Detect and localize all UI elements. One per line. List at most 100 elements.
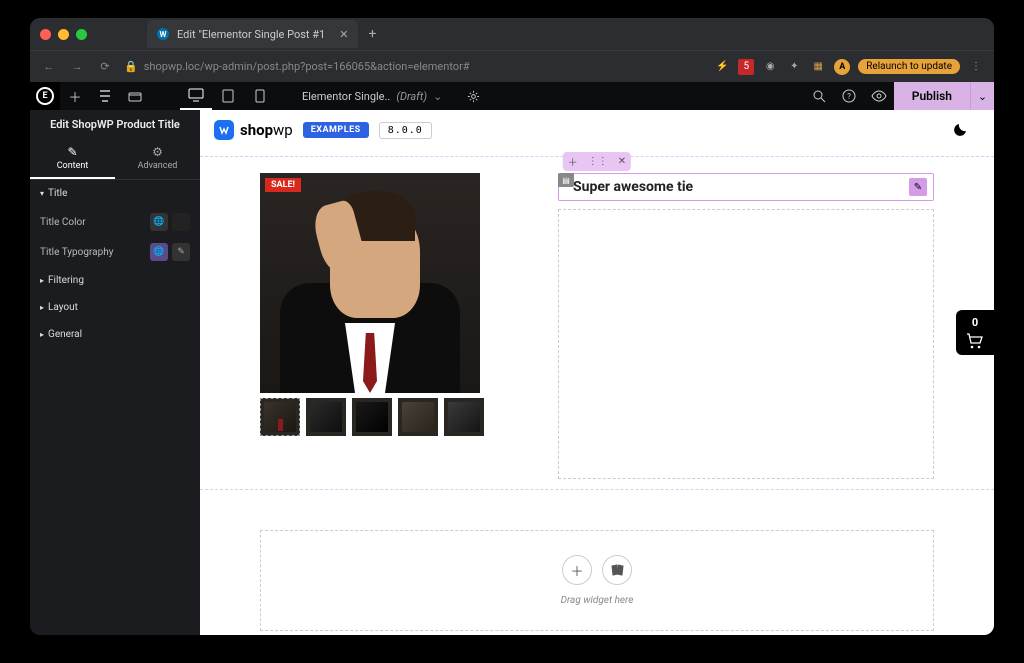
browser-titlebar: W Edit "Elementor Single Post #1 ✕ + — [30, 18, 994, 50]
examples-badge: EXAMPLES — [303, 122, 369, 138]
version-badge: 8.0.0 — [379, 122, 432, 139]
add-section-button[interactable]: ＋ — [562, 555, 592, 585]
browser-address-bar: ← → ⟳ 🔒shopwp.loc/wp-admin/post.php?post… — [30, 50, 994, 82]
brand-text-a: shop — [240, 121, 273, 139]
tab-content-label: Content — [57, 161, 89, 171]
brand-text-b: wp — [273, 121, 293, 139]
url-field[interactable]: 🔒shopwp.loc/wp-admin/post.php?post=16606… — [124, 60, 704, 73]
add-element-button[interactable]: ＋ — [60, 82, 90, 110]
global-color-button[interactable]: 🌐 — [150, 213, 168, 231]
tab-content[interactable]: ✎ Content — [30, 139, 115, 179]
back-button[interactable]: ← — [40, 58, 58, 76]
extension-icon-1[interactable]: ⚡ — [714, 59, 730, 75]
field-title-color-label: Title Color — [40, 217, 86, 228]
product-photo-placeholder — [260, 173, 480, 393]
add-template-button[interactable] — [602, 555, 632, 585]
dropzone-hint: Drag widget here — [285, 595, 909, 606]
extension-icon-3[interactable]: ▦ — [810, 59, 826, 75]
svg-text:?: ? — [847, 92, 851, 101]
extension-icons: ⚡ 5 ◉ ✦ ▦ A Relaunch to update ⋮ — [714, 59, 984, 75]
column-2[interactable]: ▤ Super awesome tie ✎ — [558, 173, 934, 479]
publish-button[interactable]: Publish — [894, 82, 970, 110]
document-title[interactable]: Elementor Single.. (Draft) ⌄ — [302, 82, 488, 110]
product-title-widget[interactable]: ▤ Super awesome tie ✎ — [558, 173, 934, 201]
close-window-button[interactable] — [40, 29, 51, 40]
field-title-typography: Title Typography 🌐 ✎ — [30, 237, 200, 267]
panel-tabs: ✎ Content ⚙ Advanced — [30, 139, 200, 180]
new-tab-button[interactable]: + — [368, 26, 376, 42]
product-thumbnails — [260, 398, 540, 436]
finder-button[interactable] — [804, 82, 834, 110]
gear-icon: ⚙ — [115, 145, 200, 159]
elementor-logo[interactable]: E — [30, 82, 60, 110]
extension-icon-2[interactable]: ◉ — [762, 59, 778, 75]
pencil-icon: ✎ — [30, 145, 115, 159]
elementor-topbar: E ＋ Elementor Single.. (Draft) ⌄ — [30, 82, 994, 110]
tablet-device-button[interactable] — [212, 82, 244, 110]
desktop-device-button[interactable] — [180, 82, 212, 110]
relaunch-button[interactable]: Relaunch to update — [858, 59, 960, 74]
maximize-window-button[interactable] — [76, 29, 87, 40]
shopwp-badge-icon — [214, 120, 234, 140]
minimize-window-button[interactable] — [58, 29, 69, 40]
thumbnail-1[interactable] — [260, 398, 300, 436]
product-title-text: Super awesome tie — [573, 179, 693, 195]
section-columns: SALE! — [200, 156, 994, 490]
extensions-puzzle-icon[interactable]: ✦ — [786, 59, 802, 75]
doc-settings-icon[interactable] — [458, 82, 488, 110]
new-section-dropzone[interactable]: ＋ Drag widget here — [260, 530, 934, 631]
canvas: shopwp EXAMPLES 8.0.0 ＋ ⋮⋮ ✕ SALE! — [200, 110, 994, 635]
field-title-typography-label: Title Typography — [40, 247, 113, 258]
help-button[interactable]: ? — [834, 82, 864, 110]
doc-name-text: Elementor Single.. — [302, 90, 390, 103]
thumbnail-2[interactable] — [306, 398, 346, 436]
mobile-device-button[interactable] — [244, 82, 276, 110]
thumbnail-5[interactable] — [444, 398, 484, 436]
doc-mode-text: (Draft) — [396, 90, 427, 103]
publish-options-button[interactable]: ⌄ — [970, 82, 994, 110]
dark-mode-toggle[interactable] — [954, 122, 970, 138]
widget-type-icon: ▤ — [558, 173, 574, 187]
section-general[interactable]: General — [30, 321, 200, 348]
thumbnail-4[interactable] — [398, 398, 438, 436]
edit-typography-button[interactable]: ✎ — [172, 243, 190, 261]
reload-button[interactable]: ⟳ — [96, 58, 114, 76]
site-header: shopwp EXAMPLES 8.0.0 — [200, 110, 994, 150]
section-add-button[interactable]: ＋ — [563, 152, 583, 171]
field-title-color: Title Color 🌐 — [30, 207, 200, 237]
preview-button[interactable] — [864, 82, 894, 110]
device-switcher — [180, 82, 276, 110]
profile-avatar[interactable]: A — [834, 59, 850, 75]
edit-widget-button[interactable]: ✎ — [909, 178, 927, 196]
browser-menu-icon[interactable]: ⋮ — [968, 59, 984, 75]
forward-button[interactable]: → — [68, 58, 86, 76]
column-1[interactable]: SALE! — [260, 173, 540, 479]
tab-title: Edit "Elementor Single Post #1 — [177, 28, 325, 41]
traffic-lights — [40, 29, 87, 40]
cart-count: 0 — [972, 316, 978, 329]
section-filtering[interactable]: Filtering — [30, 267, 200, 294]
empty-column-area[interactable] — [558, 209, 934, 479]
shopwp-logo[interactable]: shopwp — [214, 120, 293, 140]
lock-icon: 🔒 — [124, 60, 138, 73]
product-image[interactable]: SALE! — [260, 173, 480, 393]
close-tab-button[interactable]: ✕ — [339, 28, 348, 41]
settings-button[interactable] — [120, 82, 150, 110]
thumbnail-3[interactable] — [352, 398, 392, 436]
tab-advanced-label: Advanced — [138, 161, 178, 171]
section-title[interactable]: Title — [30, 180, 200, 207]
notification-badge[interactable]: 5 — [738, 59, 754, 75]
section-drag-handle[interactable]: ⋮⋮ — [583, 154, 613, 169]
structure-button[interactable] — [90, 82, 120, 110]
browser-window: W Edit "Elementor Single Post #1 ✕ + ← →… — [30, 18, 994, 635]
chevron-down-icon: ⌄ — [433, 90, 442, 103]
tab-advanced[interactable]: ⚙ Advanced — [115, 139, 200, 179]
color-swatch-button[interactable] — [172, 213, 190, 231]
browser-tab[interactable]: W Edit "Elementor Single Post #1 ✕ — [147, 20, 358, 48]
section-layout[interactable]: Layout — [30, 294, 200, 321]
wordpress-favicon: W — [157, 28, 169, 40]
cart-toggle[interactable]: 0 — [956, 310, 994, 355]
section-delete-button[interactable]: ✕ — [613, 154, 631, 169]
section-handle: ＋ ⋮⋮ ✕ — [563, 152, 631, 171]
global-typography-button[interactable]: 🌐 — [150, 243, 168, 261]
